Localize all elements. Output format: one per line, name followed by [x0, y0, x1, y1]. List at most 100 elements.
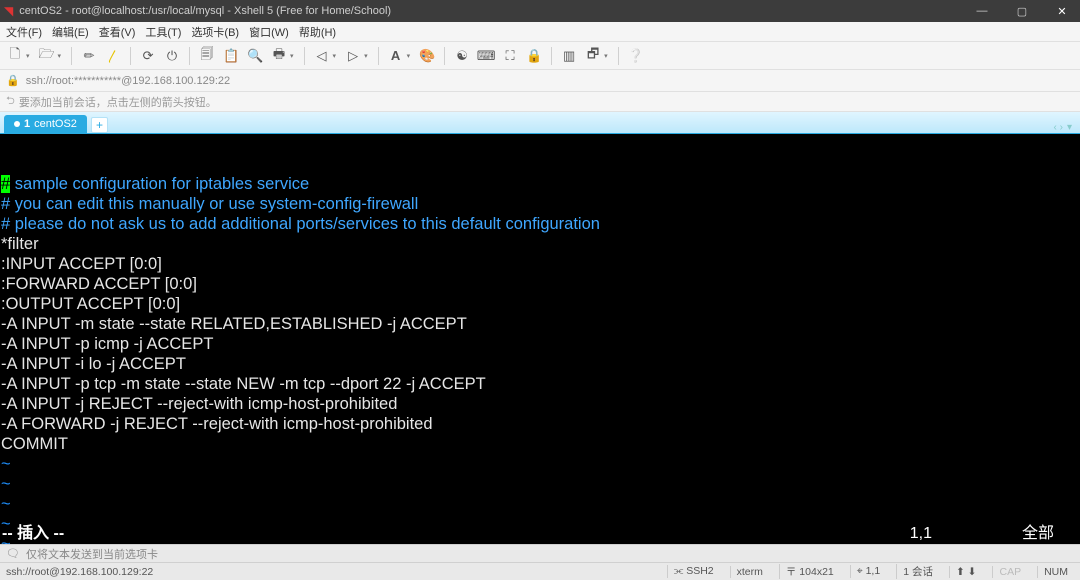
chevron-down-icon[interactable]: ▾ — [364, 52, 368, 60]
tab-bar: 1 centOS2 + ‹ › ▾ — [0, 112, 1080, 134]
tile-icon[interactable]: ▥ — [560, 47, 578, 65]
terminal-line: -A INPUT -j REJECT --reject-with icmp-ho… — [0, 394, 1080, 414]
history-left-icon[interactable]: ◁ — [313, 47, 331, 65]
scissors-icon[interactable]: ✏ — [80, 47, 98, 65]
fullscreen-icon[interactable]: ⛶ — [501, 47, 519, 65]
terminal-line: -A INPUT -m state --state RELATED,ESTABL… — [0, 314, 1080, 334]
terminal-line: # please do not ask us to add additional… — [0, 214, 1080, 234]
separator — [130, 47, 131, 65]
chevron-down-icon[interactable]: ▾ — [58, 52, 62, 60]
status-size: 〒 104x21 — [779, 564, 840, 579]
status-sessions: 1 会话 — [896, 564, 939, 579]
maximize-button[interactable]: ▢ — [1008, 5, 1036, 18]
menu-tools[interactable]: 工具(T) — [145, 24, 181, 40]
vim-mode: -- 插入 -- — [2, 524, 64, 544]
terminal-line: -A INPUT -p icmp -j ACCEPT — [0, 334, 1080, 354]
terminal-line: COMMIT — [0, 434, 1080, 454]
terminal-line: *filter — [0, 234, 1080, 254]
chevron-down-icon[interactable]: ▾ — [290, 52, 294, 60]
lock-icon[interactable]: 🔒 — [525, 47, 543, 65]
status-connection: ssh://root@192.168.100.129:22 — [6, 566, 667, 578]
print-icon[interactable]: 🖶 — [270, 47, 288, 65]
tab-label: centOS2 — [34, 118, 77, 130]
new-tab-button[interactable]: + — [91, 117, 108, 133]
add-arrow-icon[interactable]: ⮌ — [6, 92, 15, 111]
status-bar: ssh://root@192.168.100.129:22 ⫘ SSH2 xte… — [0, 562, 1080, 580]
separator — [444, 47, 445, 65]
chevron-down-icon[interactable]: ▾ — [26, 52, 30, 60]
menu-edit[interactable]: 编辑(E) — [52, 24, 89, 40]
terminal-line: :INPUT ACCEPT [0:0] — [0, 254, 1080, 274]
terminal[interactable]: # sample configuration for iptables serv… — [0, 134, 1080, 544]
vim-percent: 全部 — [1022, 524, 1054, 544]
separator — [304, 47, 305, 65]
close-button[interactable]: ✕ — [1048, 5, 1076, 18]
tab-status-icon — [14, 121, 20, 127]
separator — [551, 47, 552, 65]
hint-bar: ⮌ 要添加当前会话，点击左侧的箭头按钮。 — [0, 92, 1080, 112]
vim-position: 1,1 — [910, 524, 932, 544]
status-protocol: ⫘ SSH2 — [667, 565, 720, 578]
menu-window[interactable]: 窗口(W) — [249, 24, 289, 40]
new-session-icon[interactable]: 🗋 — [6, 47, 24, 65]
address-bar: 🔒 ssh://root:***********@192.168.100.129… — [0, 70, 1080, 92]
terminal-line: ~ — [0, 454, 1080, 474]
chevron-down-icon[interactable]: ▾ — [604, 52, 608, 60]
terminal-line: ~ — [0, 474, 1080, 494]
address-text[interactable]: ssh://root:***********@192.168.100.129:2… — [26, 75, 230, 87]
terminal-line: # sample configuration for iptables serv… — [0, 174, 1080, 194]
terminal-line: -A FORWARD -j REJECT --reject-with icmp-… — [0, 414, 1080, 434]
disconnect-icon[interactable]: ⏻ — [163, 47, 181, 65]
menu-help[interactable]: 帮助(H) — [299, 24, 336, 40]
separator — [71, 47, 72, 65]
tab-menu-button[interactable]: ▾ — [1067, 122, 1072, 133]
menu-file[interactable]: 文件(F) — [6, 24, 42, 40]
chevron-down-icon[interactable]: ▾ — [407, 52, 411, 60]
terminal-line: :FORWARD ACCEPT [0:0] — [0, 274, 1080, 294]
paste-icon[interactable]: 📋 — [222, 47, 240, 65]
menu-view[interactable]: 查看(V) — [99, 24, 136, 40]
toolbar: 🗋▾ 🗁▾ ✏ 〳 ⟳ ⏻ 🗐 📋 🔍 🖶▾ ◁▾ ▷▾ A▾ 🎨 ☯ ⌨ ⛶ … — [0, 42, 1080, 70]
terminal-line: -A INPUT -i lo -j ACCEPT — [0, 354, 1080, 374]
minimize-button[interactable]: — — [968, 5, 996, 18]
help-icon[interactable]: ❔ — [627, 47, 645, 65]
menu-tabs[interactable]: 选项卡(B) — [191, 24, 239, 40]
vim-status-line: -- 插入 -- 1,1 全部 — [0, 524, 1080, 544]
highlighter-icon[interactable]: 〳 — [104, 47, 122, 65]
hint-text: 要添加当前会话，点击左侧的箭头按钮。 — [19, 94, 217, 110]
status-cursor: ⌖ 1,1 — [850, 565, 886, 578]
status-traffic: ⬆ ⬇ — [949, 566, 983, 578]
message-bar: 🗨 仅将文本发送到当前选项卡 — [0, 544, 1080, 562]
chevron-down-icon[interactable]: ▾ — [333, 52, 337, 60]
separator — [189, 47, 190, 65]
message-text: 仅将文本发送到当前选项卡 — [26, 546, 158, 562]
status-termtype: xterm — [730, 566, 769, 578]
copy-icon[interactable]: 🗐 — [198, 47, 216, 65]
color-icon[interactable]: 🎨 — [418, 47, 436, 65]
window-titlebar: ◥ centOS2 - root@localhost:/usr/local/my… — [0, 0, 1080, 22]
tab-number: 1 — [24, 118, 30, 130]
app-icon: ◥ — [4, 4, 13, 18]
terminal-line: # you can edit this manually or use syst… — [0, 194, 1080, 214]
keyboard-icon[interactable]: ⌨ — [477, 47, 495, 65]
sync-icon[interactable]: ☯ — [453, 47, 471, 65]
menubar: 文件(F) 编辑(E) 查看(V) 工具(T) 选项卡(B) 窗口(W) 帮助(… — [0, 22, 1080, 42]
window-title: centOS2 - root@localhost:/usr/local/mysq… — [19, 5, 391, 17]
status-num: NUM — [1037, 566, 1074, 578]
tab-scroll-buttons[interactable]: ‹ › — [1054, 122, 1063, 133]
lock-icon: 🔒 — [6, 74, 20, 87]
separator — [618, 47, 619, 65]
separator — [378, 47, 379, 65]
broadcast-icon[interactable]: 🗨 — [6, 547, 20, 560]
font-icon[interactable]: A — [387, 47, 405, 65]
tab-centos2[interactable]: 1 centOS2 — [4, 115, 87, 133]
cascade-icon[interactable]: 🗗 — [584, 47, 602, 65]
open-icon[interactable]: 🗁 — [38, 47, 56, 65]
status-cap: CAP — [992, 566, 1027, 578]
history-right-icon[interactable]: ▷ — [344, 47, 362, 65]
terminal-line: ~ — [0, 494, 1080, 514]
reconnect-icon[interactable]: ⟳ — [139, 47, 157, 65]
terminal-line: -A INPUT -p tcp -m state --state NEW -m … — [0, 374, 1080, 394]
terminal-line: :OUTPUT ACCEPT [0:0] — [0, 294, 1080, 314]
find-icon[interactable]: 🔍 — [246, 47, 264, 65]
